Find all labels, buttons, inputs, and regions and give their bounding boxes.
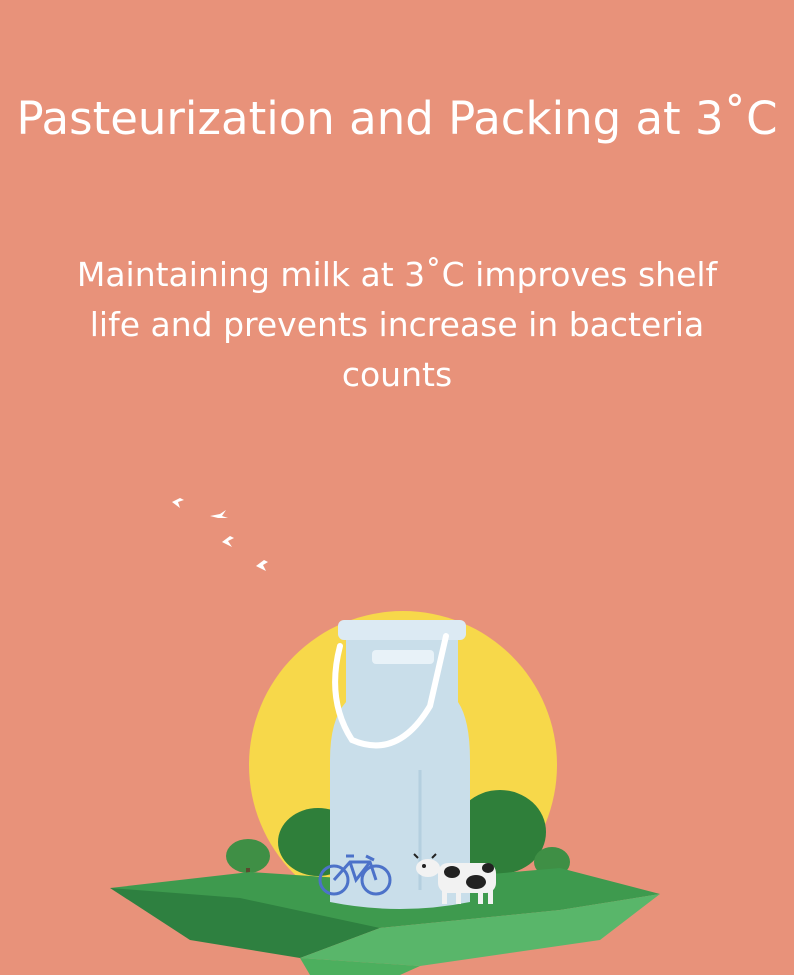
page-subtitle: Maintaining milk at 3˚C improves shelf l… — [76, 255, 718, 394]
dairy-illustration — [110, 498, 660, 975]
birds-icon — [172, 498, 268, 571]
page-title: Pasteurization and Packing at 3˚C — [16, 92, 778, 145]
